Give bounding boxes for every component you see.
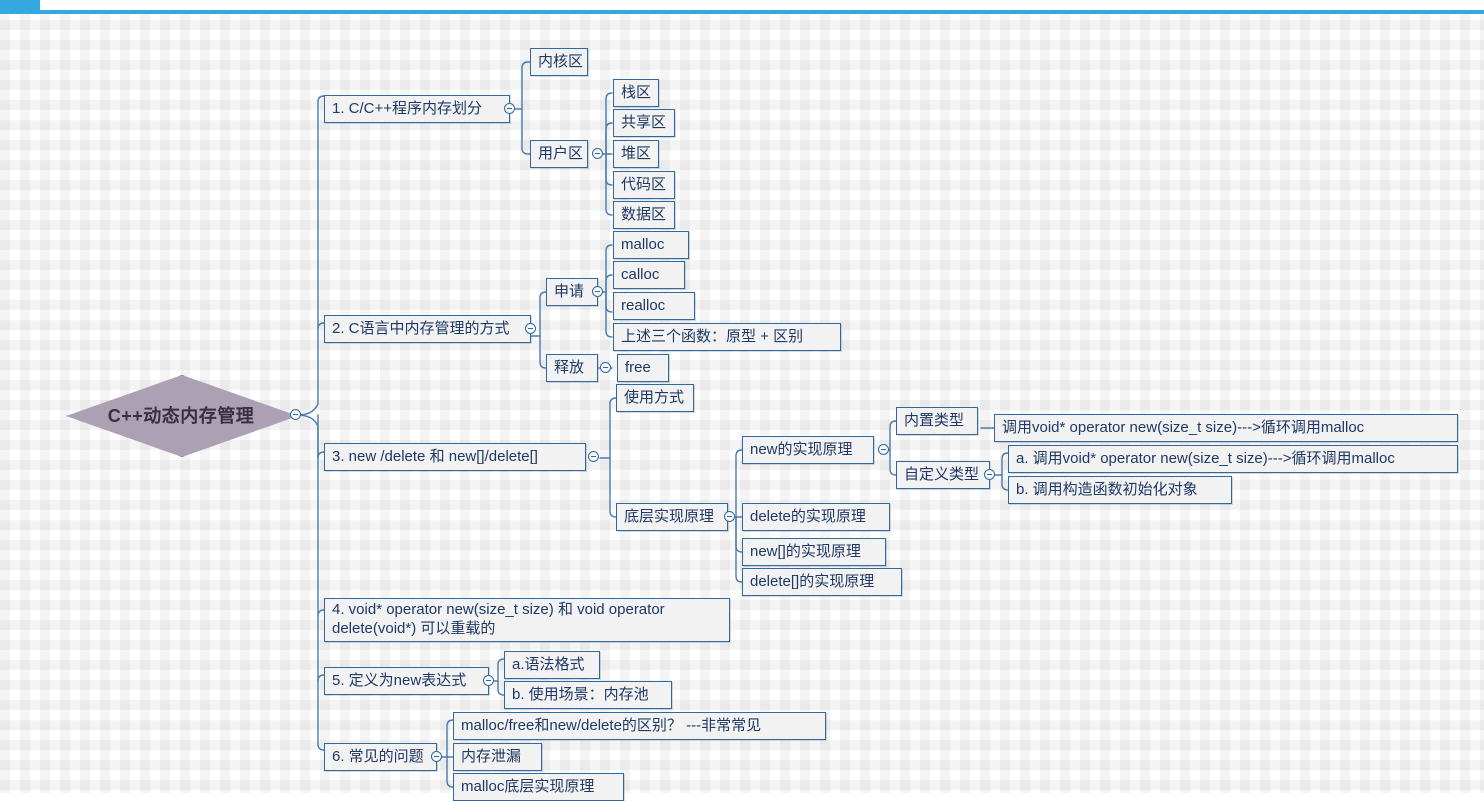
node-use-case-memory-pool[interactable]: b. 使用场景：内存池 (504, 681, 672, 709)
collapse-handle-release[interactable] (600, 362, 611, 373)
node-label: 2. C语言中内存管理的方式 (332, 319, 510, 337)
node-release[interactable]: 释放 (546, 354, 598, 382)
node-common-questions[interactable]: 6. 常见的问题 (324, 743, 437, 771)
node-memory-layout[interactable]: 1. C/C++程序内存划分 (324, 95, 510, 123)
collapse-handle-user-space[interactable] (592, 148, 603, 159)
node-label: a.语法格式 (512, 655, 585, 673)
node-stack-area[interactable]: 栈区 (613, 79, 659, 107)
node-label: delete的实现原理 (750, 507, 866, 525)
node-label: 调用void* operator new(size_t size)--->循环调… (1002, 418, 1365, 436)
collapse-handle-common-questions[interactable] (431, 751, 442, 762)
node-label: 代码区 (621, 175, 667, 193)
node-label: 6. 常见的问题 (332, 747, 424, 765)
node-free[interactable]: free (617, 354, 669, 382)
node-label: 数据区 (621, 205, 667, 223)
node-underlying-principle[interactable]: 底层实现原理 (616, 503, 728, 531)
node-new-principle[interactable]: new的实现原理 (742, 436, 874, 464)
node-kernel-space[interactable]: 内核区 (530, 48, 588, 76)
node-label: 使用方式 (624, 388, 685, 406)
node-code-area[interactable]: 代码区 (613, 171, 675, 199)
node-label: 内存泄漏 (461, 747, 522, 765)
window-titlebar (0, 0, 1484, 14)
node-label: 内核区 (538, 52, 584, 70)
node-label: malloc底层实现原理 (461, 777, 595, 795)
node-label: 5. 定义为new表达式 (332, 671, 467, 689)
node-new-array-principle[interactable]: new[]的实现原理 (742, 538, 886, 566)
node-operator-new-delete-overload[interactable]: 4. void* operator new(size_t size) 和 voi… (324, 598, 730, 642)
node-custom-type-step-b[interactable]: b. 调用构造函数初始化对象 (1008, 476, 1232, 504)
node-label: 共享区 (621, 113, 667, 131)
node-new-delete[interactable]: 3. new /delete 和 new[]/delete[] (324, 443, 586, 471)
node-label: delete[]的实现原理 (750, 572, 875, 590)
node-label: 释放 (554, 358, 585, 376)
node-label: 底层实现原理 (624, 507, 715, 525)
node-label: calloc (621, 265, 660, 283)
node-memory-leak[interactable]: 内存泄漏 (453, 743, 542, 771)
node-label: free (625, 358, 651, 376)
root-node-label: C++动态内存管理 (107, 406, 255, 426)
node-label: 申请 (554, 282, 585, 300)
node-custom-type[interactable]: 自定义类型 (896, 461, 990, 489)
node-builtin-type[interactable]: 内置类型 (896, 407, 978, 435)
node-shared-area[interactable]: 共享区 (613, 109, 675, 137)
node-label: malloc (621, 235, 665, 253)
node-c-memory-management[interactable]: 2. C语言中内存管理的方式 (324, 315, 531, 343)
collapse-handle-c-memory-management[interactable] (525, 323, 536, 334)
node-data-area[interactable]: 数据区 (613, 201, 675, 229)
active-tab-indicator[interactable] (0, 0, 40, 10)
node-label: 栈区 (621, 83, 652, 101)
node-three-functions-prototype-difference[interactable]: 上述三个函数：原型 + 区别 (613, 323, 841, 351)
node-label: 4. void* operator new(size_t size) 和 voi… (332, 601, 665, 637)
node-malloc-vs-new-difference[interactable]: malloc/free和new/delete的区别？ ---非常常见 (453, 712, 826, 740)
collapse-handle-underlying-principle[interactable] (724, 511, 735, 522)
node-syntax-format[interactable]: a.语法格式 (504, 651, 600, 679)
collapse-handle-memory-layout[interactable] (504, 103, 515, 114)
root-node[interactable]: C++动态内存管理 (66, 375, 298, 457)
node-delete-principle[interactable]: delete的实现原理 (742, 503, 890, 531)
node-label: 1. C/C++程序内存划分 (332, 99, 483, 117)
node-custom-type-step-a[interactable]: a. 调用void* operator new(size_t size)--->… (1008, 445, 1458, 473)
node-usage[interactable]: 使用方式 (616, 384, 694, 412)
node-label: 上述三个函数：原型 + 区别 (621, 327, 804, 345)
node-label: 3. new /delete 和 new[]/delete[] (332, 447, 538, 465)
node-label: malloc/free和new/delete的区别？ ---非常常见 (461, 716, 762, 734)
node-realloc[interactable]: realloc (613, 292, 695, 320)
node-allocate[interactable]: 申请 (546, 278, 598, 306)
collapse-handle-placement-new[interactable] (483, 675, 494, 686)
node-placement-new[interactable]: 5. 定义为new表达式 (324, 667, 489, 695)
node-label: new[]的实现原理 (750, 542, 861, 560)
node-heap-area[interactable]: 堆区 (613, 140, 659, 168)
node-user-space[interactable]: 用户区 (530, 140, 588, 168)
node-label: new的实现原理 (750, 440, 853, 458)
node-malloc-underlying-principle[interactable]: malloc底层实现原理 (453, 773, 624, 801)
node-delete-array-principle[interactable]: delete[]的实现原理 (742, 568, 902, 596)
node-builtin-type-detail[interactable]: 调用void* operator new(size_t size)--->循环调… (994, 414, 1458, 442)
node-label: 内置类型 (904, 411, 965, 429)
collapse-handle-allocate[interactable] (592, 286, 603, 297)
node-label: realloc (621, 296, 666, 314)
node-calloc[interactable]: calloc (613, 261, 685, 289)
collapse-handle-new-principle[interactable] (878, 444, 889, 455)
node-label: b. 调用构造函数初始化对象 (1016, 480, 1198, 498)
titlebar-accent-strip (0, 10, 1484, 14)
mindmap-canvas[interactable]: C++动态内存管理 1. C/C++程序内存划分 内核区 用户区 栈区 共享区 … (0, 14, 1484, 801)
node-malloc[interactable]: malloc (613, 231, 689, 259)
node-label: b. 使用场景：内存池 (512, 685, 649, 703)
node-label: 堆区 (621, 144, 652, 162)
node-label: 用户区 (538, 144, 584, 162)
collapse-handle-root[interactable] (290, 409, 301, 420)
collapse-handle-new-delete[interactable] (588, 451, 599, 462)
node-label: 自定义类型 (904, 465, 980, 483)
node-label: a. 调用void* operator new(size_t size)--->… (1016, 449, 1395, 467)
collapse-handle-custom-type[interactable] (984, 469, 995, 480)
